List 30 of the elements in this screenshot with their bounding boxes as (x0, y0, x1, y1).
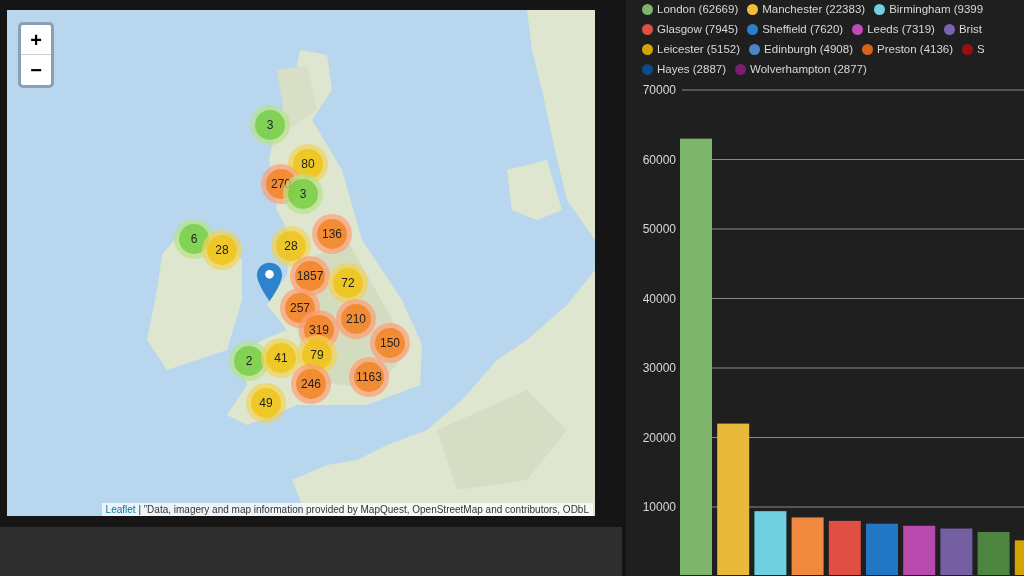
bar[interactable] (1014, 540, 1024, 575)
bar[interactable] (717, 423, 750, 575)
axis-tick-label: 30000 (642, 361, 676, 375)
legend-label[interactable]: Manchester (22383) (762, 3, 866, 15)
legend-label[interactable]: S (977, 43, 985, 55)
legend-label[interactable]: Birmingham (9399 (889, 3, 984, 15)
axis-tick-label: 50000 (642, 222, 676, 236)
legend-label[interactable]: Leeds (7319) (867, 23, 935, 35)
legend-label[interactable]: Leicester (5152) (657, 43, 741, 55)
leaflet-link[interactable]: Leaflet (105, 504, 136, 515)
legend-label[interactable]: Glasgow (7945) (657, 23, 739, 35)
legend-label[interactable]: Preston (4136) (877, 43, 954, 55)
bar[interactable] (754, 511, 787, 575)
legend-label[interactable]: Brist (958, 23, 982, 35)
legend-label[interactable]: Sheffield (7620) (762, 23, 844, 35)
attribution-text: Leaflet | ”Data, imagery and map information provided by MapQuest, OpenStreetMap and contributors, ODbL (101, 503, 593, 516)
legend-label[interactable]: London (62669) (657, 3, 739, 15)
axis-tick-label: 70000 (642, 83, 676, 97)
zoom-in-button[interactable]: + (21, 25, 51, 55)
map-pin-icon[interactable] (257, 262, 282, 302)
axis-tick-label: 60000 (642, 152, 676, 167)
legend-label[interactable]: Hayes (2887) (657, 63, 727, 75)
bar[interactable] (828, 520, 861, 575)
axis-tick-label: 40000 (642, 291, 676, 306)
bar[interactable] (903, 525, 936, 575)
axis-tick-label: 10000 (642, 500, 676, 514)
axis-tick-label: 20000 (642, 430, 676, 445)
legend-label[interactable]: Wolverhampton (2877) (750, 63, 867, 75)
legend-label[interactable]: Edinburgh (4908) (764, 43, 853, 55)
bar[interactable] (791, 517, 824, 575)
